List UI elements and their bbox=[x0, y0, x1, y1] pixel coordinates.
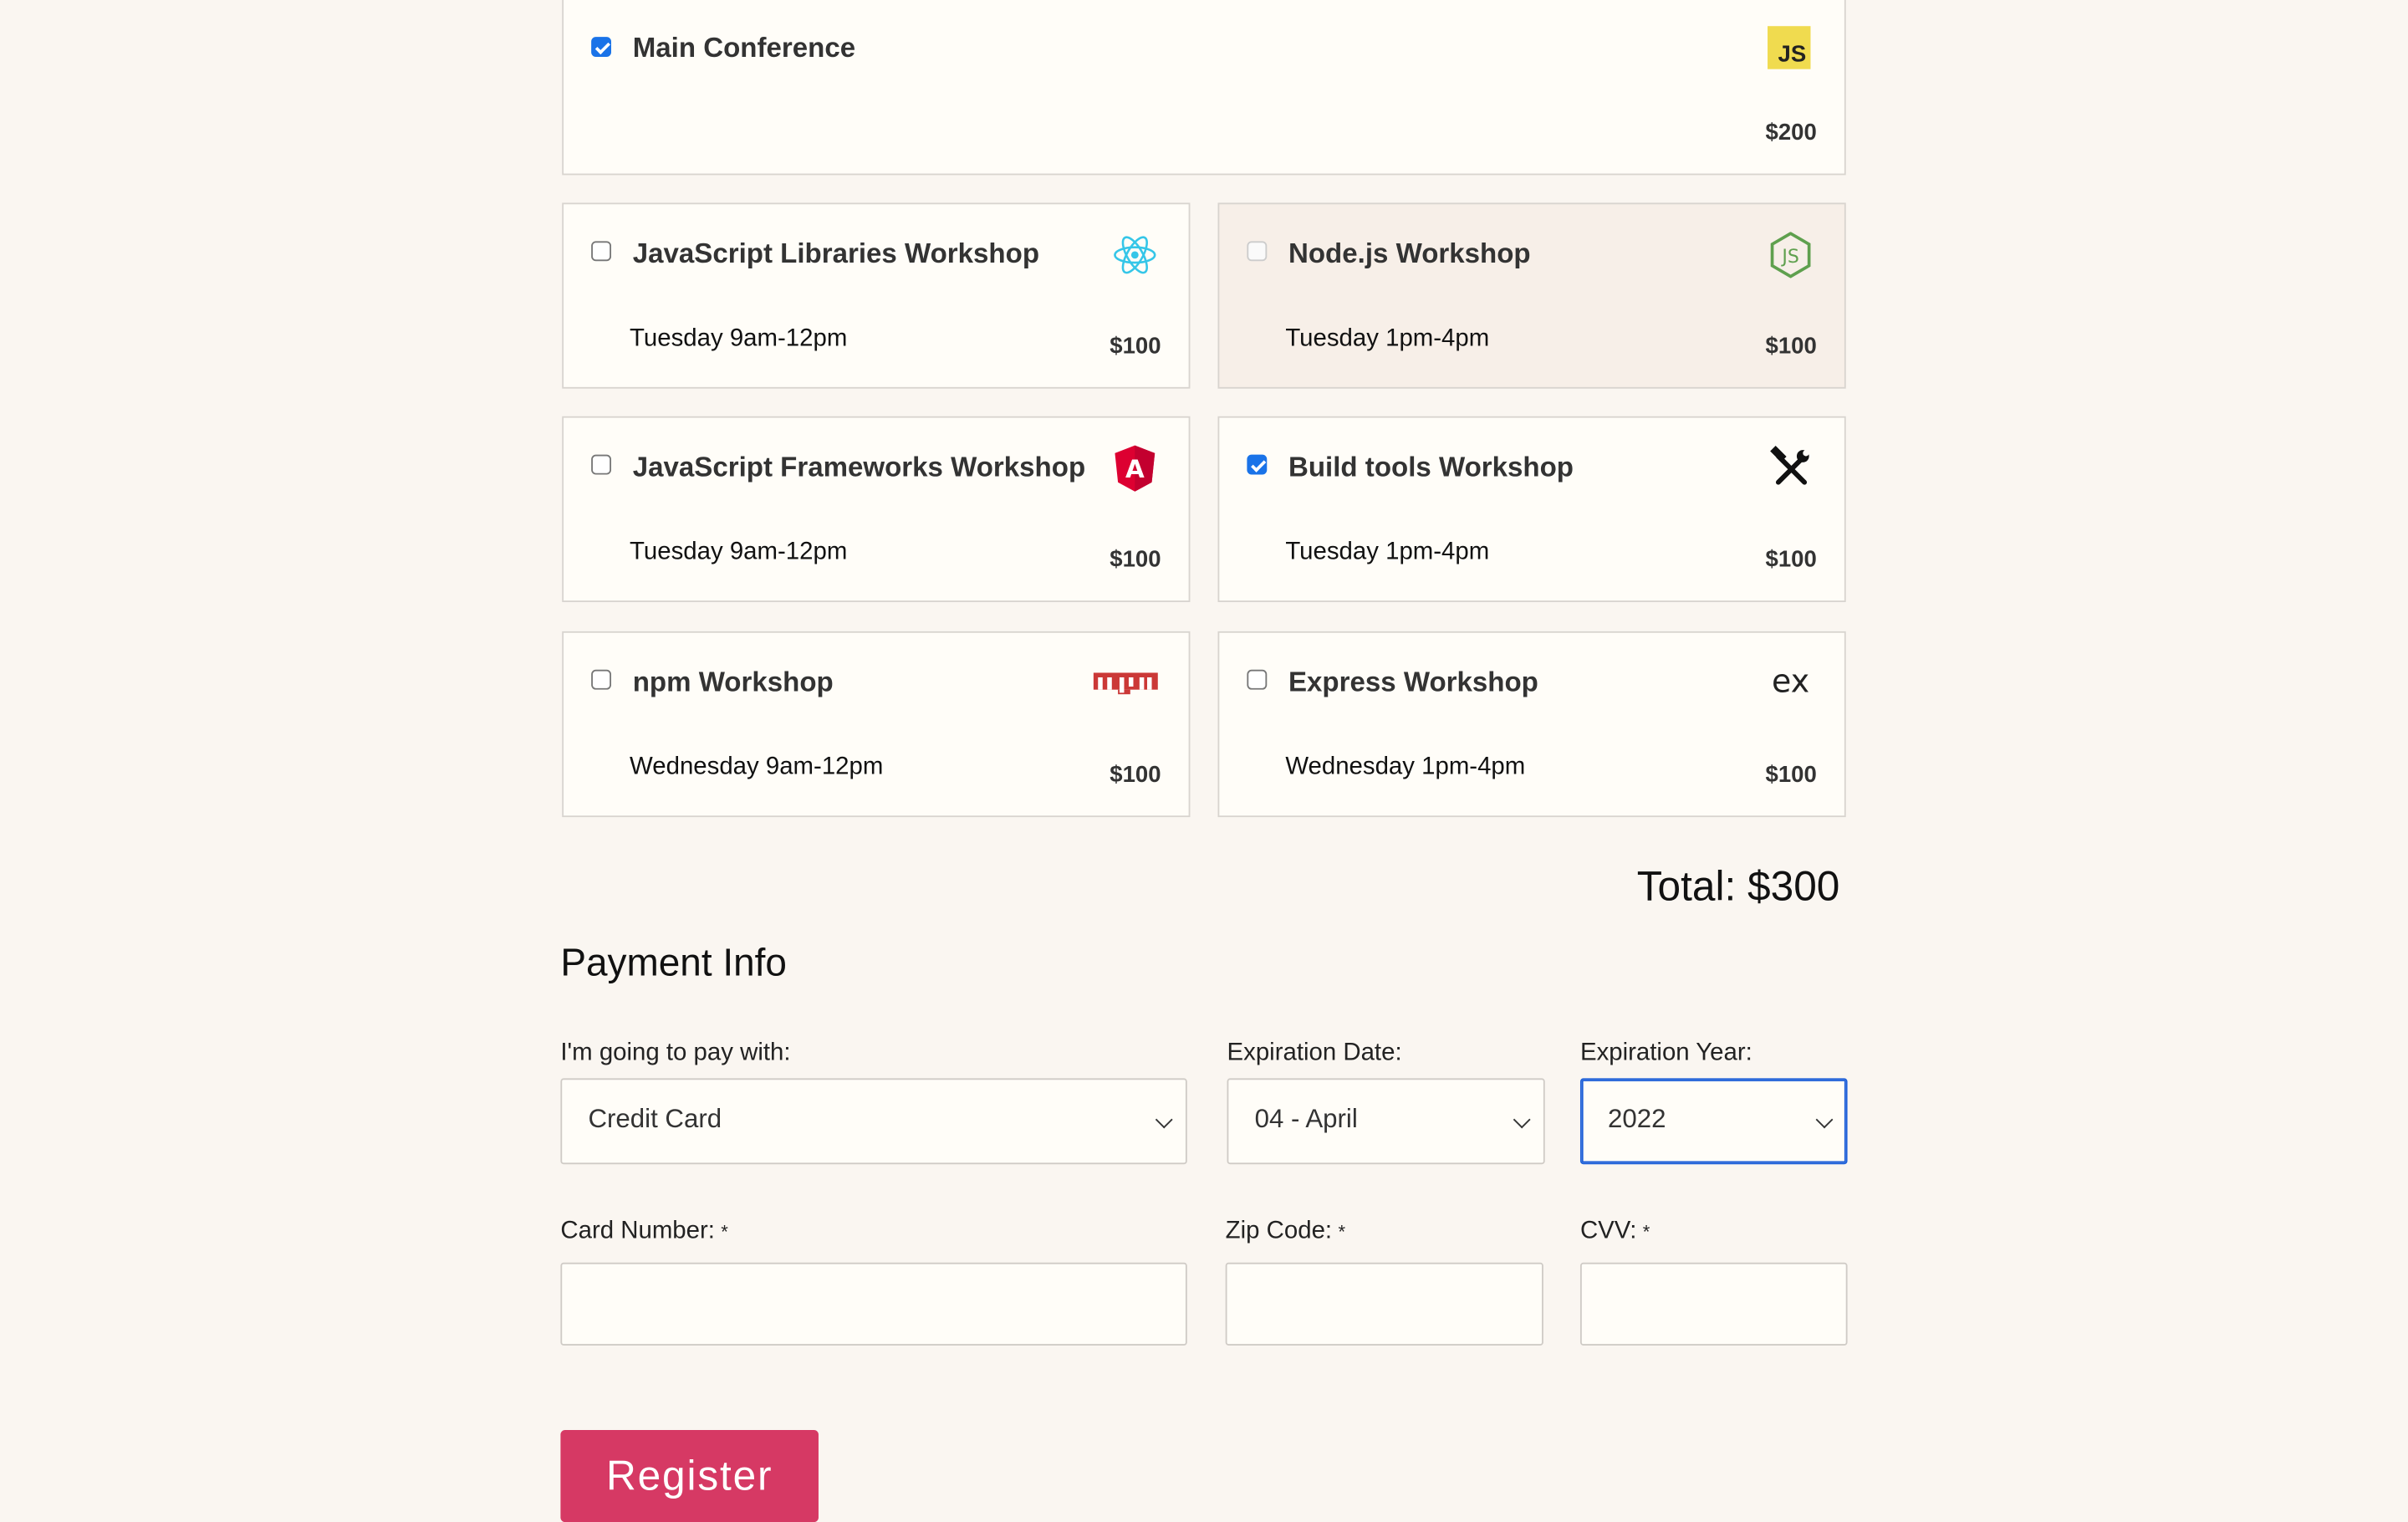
angular-icon: A bbox=[1112, 445, 1158, 492]
cvv-input[interactable] bbox=[1579, 1262, 1848, 1346]
activity-card[interactable]: Build tools Workshop Tuesday 1pm-4pm $10… bbox=[1217, 416, 1846, 602]
nodejs-icon: JS bbox=[1768, 232, 1814, 278]
activity-price: $100 bbox=[1110, 333, 1161, 360]
payment-method-select[interactable]: Credit Card bbox=[560, 1078, 1187, 1165]
card-number-label: Card Number: * bbox=[560, 1218, 728, 1244]
card-number-input[interactable] bbox=[560, 1262, 1187, 1346]
activity-price: $100 bbox=[1765, 762, 1817, 789]
chevron-down-icon bbox=[1815, 1111, 1834, 1129]
activity-checkbox bbox=[1247, 241, 1268, 262]
zip-label: Zip Code: * bbox=[1225, 1218, 1346, 1244]
required-mark: * bbox=[1642, 1221, 1650, 1243]
activity-price: $100 bbox=[1110, 762, 1161, 789]
activity-card[interactable]: Express Workshop ex Wednesday 1pm-4pm $1… bbox=[1217, 631, 1846, 818]
js-logo-icon: JS bbox=[1768, 26, 1811, 69]
hammer-wrench-icon bbox=[1768, 446, 1814, 492]
main-conference-checkbox[interactable] bbox=[591, 37, 612, 57]
activity-card[interactable]: npm Workshop Wednesday 9am-12pm $100 bbox=[562, 631, 1191, 818]
activity-price: $100 bbox=[1110, 546, 1161, 574]
activity-time: Wednesday 9am-12pm bbox=[630, 753, 884, 781]
cvv-label: CVV: * bbox=[1579, 1218, 1650, 1244]
activity-card[interactable]: JavaScript Libraries Workshop Tuesday 9a… bbox=[562, 202, 1191, 389]
activity-checkbox[interactable] bbox=[1247, 454, 1268, 475]
exp-year-label: Expiration Year: bbox=[1579, 1039, 1752, 1066]
activity-card[interactable]: JavaScript Frameworks Workshop A Tuesday… bbox=[562, 416, 1191, 602]
express-icon: ex bbox=[1768, 661, 1814, 707]
page: Main Conference JS $200 JavaScript Libra… bbox=[0, 0, 2408, 1522]
svg-text:A: A bbox=[1125, 455, 1145, 483]
zip-code-input[interactable] bbox=[1225, 1262, 1543, 1346]
activity-name: Build tools Workshop bbox=[1288, 451, 1574, 483]
activity-name: JavaScript Frameworks Workshop bbox=[632, 451, 1086, 483]
main-conference-price: $200 bbox=[1765, 120, 1817, 146]
register-button[interactable]: Register bbox=[560, 1429, 819, 1522]
required-mark: * bbox=[721, 1221, 728, 1243]
payment-heading: Payment Info bbox=[560, 941, 787, 985]
activity-card-disabled: Node.js Workshop JS Tuesday 1pm-4pm $100 bbox=[1217, 202, 1846, 389]
payment-method-label: I'm going to pay with: bbox=[560, 1039, 791, 1066]
activity-checkbox[interactable] bbox=[591, 454, 612, 475]
activity-checkbox[interactable] bbox=[591, 241, 612, 262]
exp-date-select[interactable]: 04 - April bbox=[1227, 1078, 1545, 1165]
chevron-down-icon bbox=[1155, 1111, 1173, 1129]
main-conference-name: Main Conference bbox=[632, 32, 856, 64]
npm-icon bbox=[1093, 661, 1158, 707]
required-mark: * bbox=[1338, 1221, 1346, 1243]
activity-price: $100 bbox=[1765, 546, 1817, 574]
chevron-down-icon bbox=[1513, 1111, 1531, 1129]
activity-name: Node.js Workshop bbox=[1288, 237, 1531, 269]
activity-time: Tuesday 1pm-4pm bbox=[1285, 539, 1490, 565]
exp-date-label: Expiration Date: bbox=[1227, 1039, 1402, 1066]
activity-time: Tuesday 9am-12pm bbox=[630, 539, 848, 565]
activity-time: Tuesday 9am-12pm bbox=[630, 325, 848, 352]
activity-checkbox[interactable] bbox=[591, 669, 612, 690]
activity-name: JavaScript Libraries Workshop bbox=[632, 237, 1040, 269]
total-cost: Total: $300 bbox=[1636, 863, 1840, 910]
main-conference-card[interactable]: Main Conference JS $200 bbox=[562, 0, 1846, 176]
react-icon bbox=[1112, 232, 1158, 278]
activity-time: Tuesday 1pm-4pm bbox=[1285, 325, 1490, 352]
activity-checkbox[interactable] bbox=[1247, 669, 1268, 690]
activity-time: Wednesday 1pm-4pm bbox=[1285, 753, 1526, 781]
svg-text:JS: JS bbox=[1780, 247, 1798, 268]
activity-price: $100 bbox=[1765, 333, 1817, 360]
svg-text:ex: ex bbox=[1772, 665, 1809, 699]
exp-year-select[interactable]: 2022 bbox=[1579, 1078, 1848, 1165]
activity-name: Express Workshop bbox=[1288, 667, 1538, 697]
activity-name: npm Workshop bbox=[632, 667, 834, 697]
